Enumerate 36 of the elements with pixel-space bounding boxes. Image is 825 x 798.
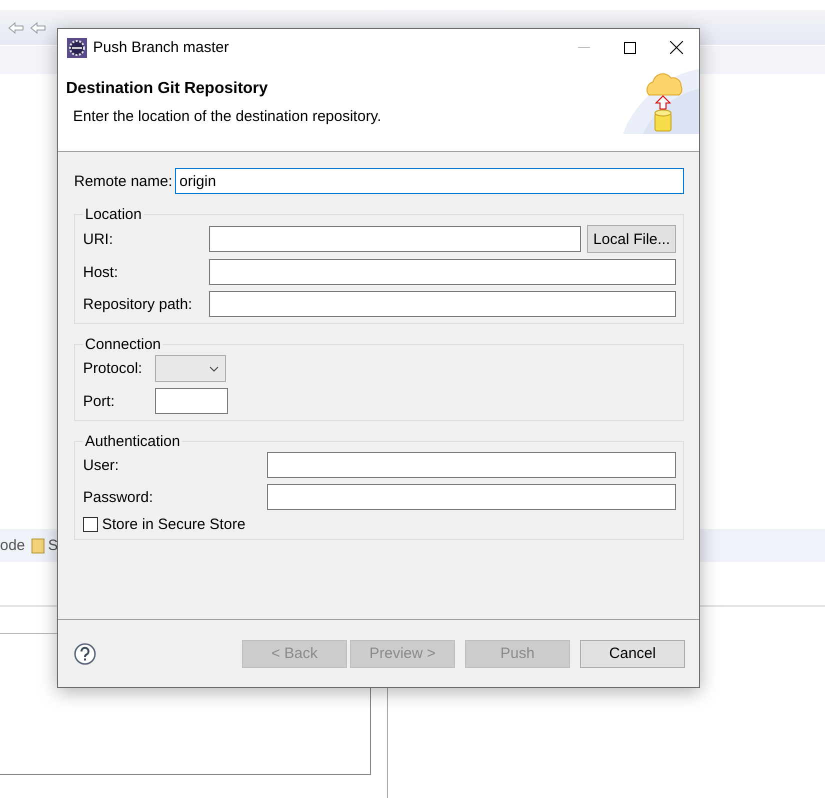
maximize-icon — [624, 42, 636, 54]
input-field[interactable] — [155, 388, 228, 414]
field-label: Password: — [83, 488, 154, 506]
group-title: Connection — [84, 336, 162, 353]
database-icon — [31, 538, 46, 554]
remote-name-field[interactable]: origin — [175, 168, 684, 194]
page-title: Destination Git Repository — [66, 80, 269, 98]
input-field[interactable] — [267, 484, 676, 510]
panel-tab[interactable]: S — [48, 537, 58, 554]
minimize-icon — [578, 46, 590, 48]
chevron-down-icon — [209, 366, 219, 372]
eclipse-icon — [67, 38, 87, 58]
checkbox-label[interactable]: Store in Secure Store — [102, 516, 246, 533]
close-icon — [670, 41, 682, 54]
field-label: URI: — [83, 230, 114, 248]
page-description: Enter the location of the destination repository. — [73, 108, 382, 125]
back-arrow-icon[interactable] — [8, 22, 24, 34]
input-field[interactable] — [209, 259, 676, 285]
dialog-button[interactable]: Cancel — [580, 640, 685, 668]
checkbox[interactable] — [83, 517, 98, 532]
field-label: User: — [83, 456, 120, 474]
input-field[interactable] — [267, 452, 676, 478]
local-file-button[interactable]: Local File... — [587, 225, 676, 253]
panel-tab[interactable]: ode — [0, 537, 26, 554]
input-field[interactable] — [209, 291, 676, 317]
group-title: Location — [84, 206, 143, 223]
window-title: Push Branch master — [93, 39, 230, 56]
group-title: Authentication — [84, 433, 182, 450]
field-label: Port: — [83, 392, 116, 410]
back-arrow-icon[interactable] — [30, 22, 46, 34]
help-icon[interactable] — [74, 642, 96, 664]
field-label: Remote name: — [74, 172, 172, 190]
field-label: Host: — [83, 264, 120, 280]
field-label: Repository path: — [83, 296, 194, 312]
field-label: Protocol: — [83, 360, 144, 377]
input-field[interactable] — [209, 226, 582, 252]
